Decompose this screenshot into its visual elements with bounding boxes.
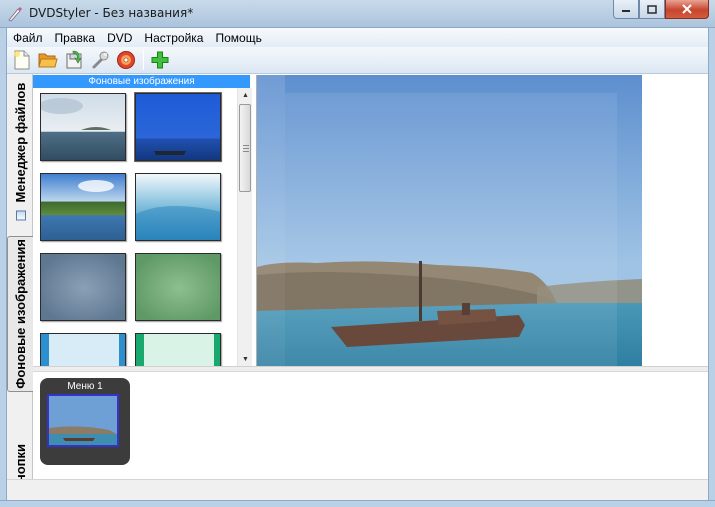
menu-item-thumbnail [47,394,119,447]
background-thumb-green[interactable] [135,253,221,321]
toolbar [7,47,708,74]
tab-backgrounds[interactable]: Фоновые изображения [7,236,33,392]
preview-background-image [257,75,642,366]
open-folder-icon [38,53,58,68]
close-button[interactable] [665,0,709,19]
title-bar: DVDStyler - Без названия* [0,0,715,28]
minimize-icon [622,10,630,12]
minimize-button[interactable] [613,0,639,19]
menus-list: Меню 1 [33,372,708,479]
menu-thumb-image [49,396,117,445]
tab-buttons[interactable]: Кнопки [7,444,33,480]
tab-file-manager-label: Менеджер файлов [13,83,28,226]
preview-empty-area [642,75,708,366]
open-button[interactable] [36,48,60,72]
tab-backgrounds-label: Фоновые изображения [13,239,28,389]
settings-button[interactable] [88,48,112,72]
toolbar-separator [143,50,144,70]
new-document-icon [14,50,30,70]
background-thumb-mint-stripes[interactable] [135,333,221,366]
window-frame-bottom [0,500,715,507]
status-bar [7,479,708,500]
menu-file[interactable]: Файл [7,31,49,45]
maximize-icon [647,4,657,14]
scroll-up-arrow[interactable]: ▲ [238,88,253,102]
burn-button[interactable] [114,48,138,72]
window-frame-left [0,28,7,507]
gray-blue-image [41,254,125,320]
backgrounds-panel-header: Фоновые изображения [33,75,250,88]
menu-item-label: Меню 1 [67,381,103,392]
river-image [41,174,125,240]
tab-file-manager-text: Менеджер файлов [12,83,28,204]
light-blue-stripes-image [41,334,125,366]
background-thumb-sea-clouds[interactable] [40,93,126,161]
background-thumb-light-blue-stripes[interactable] [40,333,126,366]
menu-settings[interactable]: Настройка [138,31,209,45]
window-title: DVDStyler - Без названия* [29,6,194,20]
sea-clouds-image [41,94,125,160]
settings-wrench-icon [92,51,109,69]
background-thumb-gray-blue[interactable] [40,253,126,321]
background-thumb-blue-waves[interactable] [135,173,221,241]
menu-item-card[interactable]: Меню 1 [40,378,130,465]
save-icon [66,50,82,69]
menu-dvd[interactable]: DVD [101,31,138,45]
tab-file-manager[interactable]: Менеджер файлов [7,80,33,230]
menu-bar: Файл Правка DVD Настройка Помощь [7,28,708,47]
scroll-down-arrow[interactable]: ▼ [238,352,253,366]
menu-preview-canvas[interactable] [256,75,642,366]
background-thumb-river[interactable] [40,173,126,241]
add-icon [151,51,169,69]
tab-buttons-label: Кнопки [12,444,28,480]
background-thumbnails [33,88,237,366]
side-tab-strip: Менеджер файлов Фоновые изображения Кноп… [7,74,33,480]
blue-waves-image [136,174,220,240]
green-image [136,254,220,320]
menu-edit[interactable]: Правка [49,31,102,45]
blue-boat-image [136,94,220,160]
mint-stripes-image [136,334,220,366]
thumbnails-scrollbar[interactable]: ▲ ▼ [237,88,252,366]
file-manager-icon [15,210,26,221]
scroll-thumb[interactable] [239,104,251,192]
background-thumb-blue-boat[interactable] [134,92,222,162]
maximize-button[interactable] [639,0,665,19]
close-icon [682,4,692,14]
new-button[interactable] [10,48,34,72]
save-button[interactable] [62,48,86,72]
app-icon [8,7,22,22]
window-frame-right [708,28,715,507]
burn-disc-icon [117,51,135,69]
scroll-grip-icon [243,145,249,152]
menu-help[interactable]: Помощь [209,31,267,45]
add-button[interactable] [148,48,172,72]
